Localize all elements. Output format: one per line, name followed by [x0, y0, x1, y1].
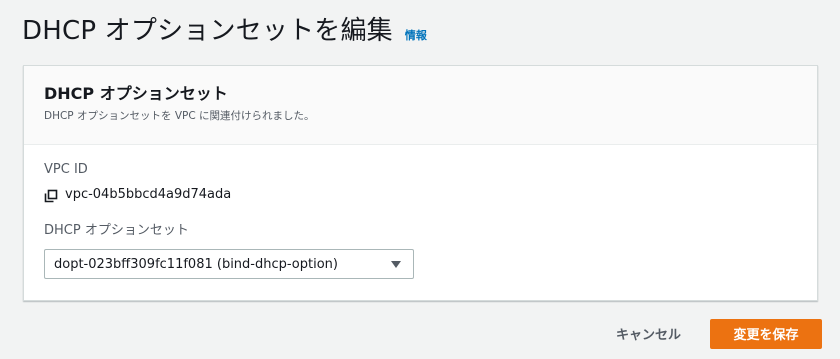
caret-down-icon — [391, 260, 401, 268]
dhcp-option-set-field: DHCP オプションセット dopt-023bff309fc11f081 (bi… — [44, 222, 797, 279]
save-changes-button[interactable]: 変更を保存 — [710, 318, 822, 349]
footer-actions: キャンセル 変更を保存 — [616, 318, 822, 349]
panel-header: DHCP オプションセット DHCP オプションセットを VPC に関連付けられ… — [24, 66, 817, 145]
panel-description: DHCP オプションセットを VPC に関連付けられました。 — [44, 110, 315, 122]
vpc-id-row: vpc-04b5bbcd4a9d74ada — [44, 187, 797, 202]
page-header: DHCP オプションセットを編集 情報 — [22, 10, 427, 47]
vpc-id-label: VPC ID — [44, 162, 88, 177]
dhcp-options-panel: DHCP オプションセット DHCP オプションセットを VPC に関連付けられ… — [23, 65, 818, 301]
dhcp-option-set-select[interactable]: dopt-023bff309fc11f081 (bind-dhcp-option… — [44, 249, 414, 279]
copy-icon[interactable] — [44, 188, 58, 202]
vpc-id-value: vpc-04b5bbcd4a9d74ada — [65, 187, 232, 202]
cancel-button[interactable]: キャンセル — [616, 318, 681, 349]
dhcp-option-set-value: dopt-023bff309fc11f081 (bind-dhcp-option… — [54, 256, 338, 272]
info-link[interactable]: 情報 — [405, 27, 427, 43]
page-title: DHCP オプションセットを編集 — [22, 16, 393, 46]
dhcp-option-set-label: DHCP オプションセット — [44, 223, 189, 238]
page: DHCP オプションセットを編集 情報 DHCP オプションセット DHCP オ… — [0, 0, 840, 359]
vpc-id-field: VPC ID vpc-04b5bbcd4a9d74ada — [44, 161, 797, 202]
panel-body: VPC ID vpc-04b5bbcd4a9d74ada DHCP オプションセ… — [24, 145, 817, 279]
panel-title: DHCP オプションセット — [44, 84, 228, 103]
